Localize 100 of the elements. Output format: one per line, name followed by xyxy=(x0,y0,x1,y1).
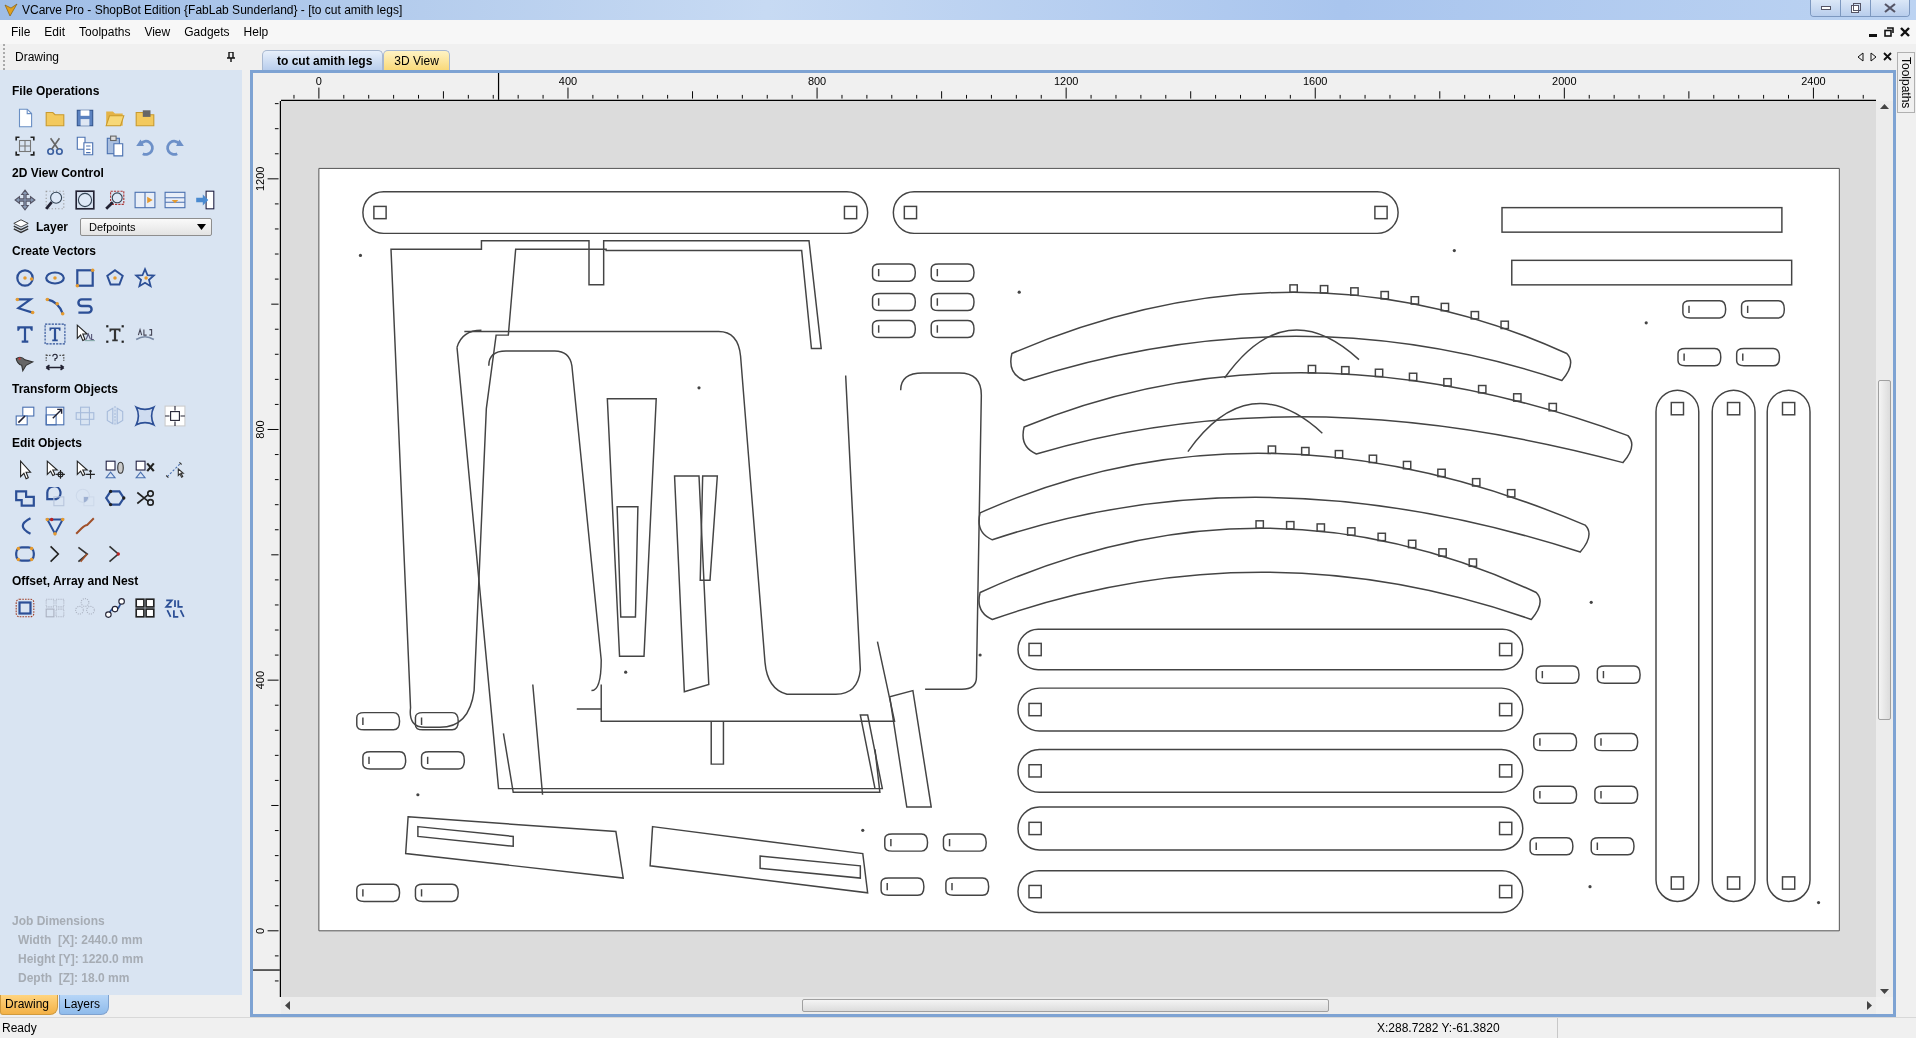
selection-frame-icon[interactable] xyxy=(14,135,36,157)
layers-icon xyxy=(12,218,30,236)
rectangle-icon[interactable] xyxy=(74,267,96,289)
document-tab[interactable]: 3D View xyxy=(383,50,450,70)
horizontal-scrollbar[interactable] xyxy=(281,997,1876,1014)
measure-icon[interactable] xyxy=(164,459,186,481)
group-icon[interactable] xyxy=(104,459,126,481)
close-icon xyxy=(1884,3,1896,13)
four-way-arrow-icon[interactable] xyxy=(14,189,36,211)
section-title: Offset, Array and Nest xyxy=(12,574,140,588)
side-tab[interactable]: Toolpaths xyxy=(1897,52,1915,114)
layer-dropdown[interactable]: Defpoints xyxy=(80,218,213,236)
menu-item[interactable]: Toolpaths xyxy=(72,25,138,39)
dimension-icon[interactable] xyxy=(44,351,66,373)
zoom-icon[interactable] xyxy=(44,189,66,211)
panel-tab[interactable]: Drawing xyxy=(0,995,58,1015)
clipboard-icon[interactable] xyxy=(104,135,126,157)
job-dimensions-title: Job Dimensions xyxy=(12,914,106,928)
restore-icon xyxy=(1850,3,1861,13)
panel-tab[interactable]: Layers xyxy=(59,995,110,1015)
move-pointer-icon[interactable] xyxy=(74,459,96,481)
caret-icon xyxy=(197,224,207,230)
zoom-selection-icon[interactable] xyxy=(104,189,126,211)
close-icon[interactable] xyxy=(1883,52,1892,61)
offset-icon[interactable] xyxy=(14,597,36,619)
ungroup-icon[interactable] xyxy=(134,459,156,481)
section-title: Create Vectors xyxy=(12,244,98,258)
distort-icon[interactable] xyxy=(134,405,156,427)
triangle-right-icon[interactable] xyxy=(1870,52,1877,62)
menu-item[interactable]: File xyxy=(4,25,38,39)
close-icon[interactable] xyxy=(1900,27,1910,37)
scrollbar-thumb[interactable] xyxy=(1878,379,1891,721)
ruler-label: 400 xyxy=(558,75,578,88)
close-button[interactable] xyxy=(1871,0,1909,16)
node-shape-icon[interactable] xyxy=(104,487,126,509)
closed-shape-icon[interactable] xyxy=(14,543,36,565)
circle-icon[interactable] xyxy=(14,267,36,289)
text-box-icon[interactable] xyxy=(44,323,66,345)
extend-icon[interactable] xyxy=(74,515,96,537)
ruler-label: 1200 xyxy=(254,166,266,192)
right-arrow-icon[interactable] xyxy=(1865,1001,1873,1010)
overlap-squares-icon[interactable] xyxy=(14,405,36,427)
ruler-label: 2400 xyxy=(1801,75,1826,88)
folder-picture-icon[interactable] xyxy=(134,107,156,129)
cursor-coordinates: X:288.7282 Y:-61.3820 xyxy=(1377,1021,1501,1035)
vertical-scrollbar[interactable] xyxy=(1876,101,1893,997)
subtract-icon[interactable] xyxy=(44,487,66,509)
star-icon[interactable] xyxy=(134,267,156,289)
ruler-label: 800 xyxy=(807,75,827,88)
menu-item[interactable]: Gadgets xyxy=(177,25,237,39)
center-icon[interactable] xyxy=(164,405,186,427)
section-title: 2D View Control xyxy=(12,166,105,180)
ruler-label: 0 xyxy=(315,75,322,88)
ruler-label: 2000 xyxy=(1552,75,1577,88)
down-arrow-icon[interactable] xyxy=(1880,987,1889,995)
window-title: VCarve Pro - ShopBot Edition {FabLab Sunderland} - [to cut amith legs] xyxy=(22,3,404,17)
panel-title: Drawing xyxy=(15,50,59,64)
node-pointer-icon[interactable] xyxy=(44,459,66,481)
layer-label: Layer xyxy=(36,220,69,234)
section-title: Edit Objects xyxy=(12,436,83,450)
menu-item[interactable]: Help xyxy=(236,25,276,39)
weld-icon[interactable] xyxy=(14,487,36,509)
status-message: Ready xyxy=(1,1021,38,1035)
section-title: Transform Objects xyxy=(12,382,120,396)
ruler-label: 0 xyxy=(254,927,266,934)
curve-icon[interactable] xyxy=(44,295,66,317)
minimize-button[interactable] xyxy=(1811,0,1841,16)
exit-arrow-icon[interactable] xyxy=(194,189,216,211)
left-arrow-icon[interactable] xyxy=(284,1001,292,1010)
s-curve-icon[interactable] xyxy=(74,295,96,317)
ruler-label: 1200 xyxy=(1053,75,1079,88)
pin-icon[interactable] xyxy=(227,52,235,62)
scrollbar-thumb[interactable] xyxy=(802,999,1329,1012)
menu-item[interactable]: View xyxy=(137,25,178,39)
text-resize-icon[interactable] xyxy=(104,323,126,345)
document-tab[interactable]: to cut amith legs xyxy=(262,50,384,70)
scissors-icon[interactable] xyxy=(134,487,156,509)
zigzag-line-icon[interactable] xyxy=(14,295,36,317)
ruler-label: 400 xyxy=(254,670,266,690)
nest-grid-icon[interactable] xyxy=(134,597,156,619)
up-arrow-icon[interactable] xyxy=(1880,103,1889,111)
app-logo-icon xyxy=(4,3,18,17)
minimize-icon xyxy=(1820,6,1831,10)
ruler-label: 800 xyxy=(254,420,266,439)
fillet-icon[interactable] xyxy=(44,515,66,537)
restore-icon[interactable] xyxy=(1884,27,1894,37)
job-dimension: Height [Y]: 1220.0 mm xyxy=(17,952,145,966)
section-title: File Operations xyxy=(12,84,101,98)
zoom-frame-icon[interactable] xyxy=(74,189,96,211)
ruler-label: 1600 xyxy=(1303,75,1328,88)
copy-icon[interactable] xyxy=(74,135,96,157)
pentagon-icon[interactable] xyxy=(104,267,126,289)
text-icon[interactable] xyxy=(14,323,36,345)
job-dimension: Width [X]: 2440.0 mm xyxy=(17,933,144,947)
triangle-left-icon[interactable] xyxy=(1857,52,1864,62)
node-path-icon[interactable] xyxy=(104,597,126,619)
nest-letters-icon[interactable] xyxy=(164,597,186,619)
restore-button[interactable] xyxy=(1841,0,1871,16)
resize-square-icon[interactable] xyxy=(44,405,66,427)
menu-item[interactable]: Edit xyxy=(37,25,73,39)
